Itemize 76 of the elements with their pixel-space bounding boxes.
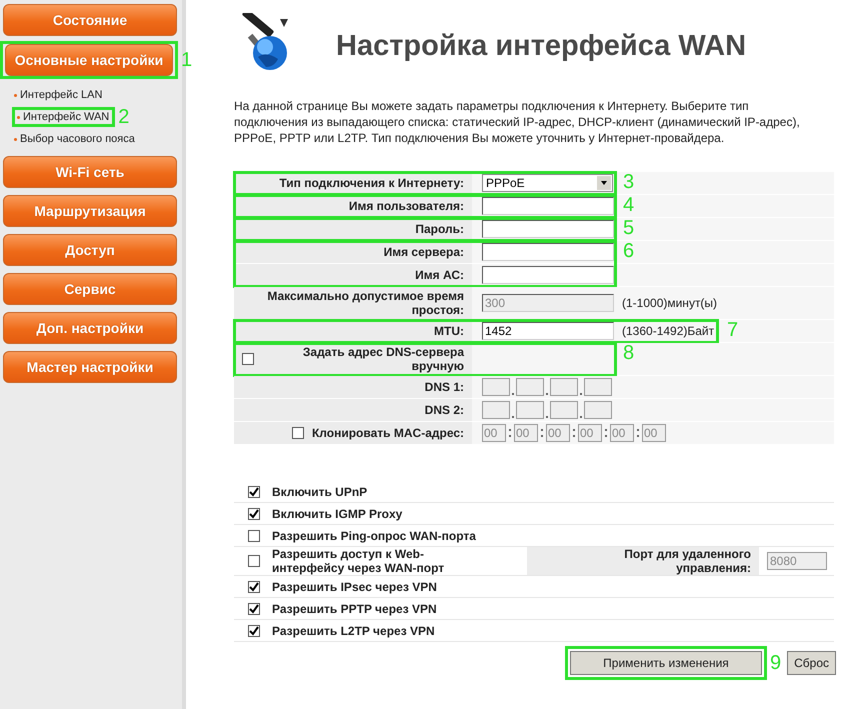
menu-button[interactable]: Сервис — [3, 273, 177, 305]
mac-octet-field[interactable]: 00 — [546, 424, 570, 442]
form-button[interactable]: Применить изменения — [570, 651, 762, 675]
menu-button[interactable]: Мастер настройки — [3, 351, 177, 383]
field-label: Задать адрес DNS-сервера вручную — [302, 345, 464, 373]
option-label: Включить UPnP — [272, 484, 368, 498]
ip-octet-field[interactable] — [550, 401, 578, 419]
field-label: DNS 2: — [424, 403, 464, 417]
menu-button[interactable]: Состояние — [3, 4, 177, 36]
field-label: Клонировать MAC-адрес: — [312, 426, 464, 440]
checkbox[interactable] — [248, 555, 260, 567]
checkbox[interactable] — [248, 624, 260, 636]
field-label: Тип подключения к Интернету: — [279, 176, 464, 190]
ip-octet-field[interactable] — [482, 378, 510, 396]
option-label: Разрешить Ping-опрос WAN-порта — [272, 528, 476, 542]
menu-button[interactable]: Доп. настройки — [3, 312, 177, 344]
callout-number: 4 — [623, 195, 634, 215]
field-hint: (1360-1492)Байт — [622, 324, 714, 338]
ip-octet-field[interactable] — [482, 401, 510, 419]
submenu-link[interactable]: Интерфейс WAN — [12, 107, 116, 127]
ip-octet-field[interactable] — [550, 378, 578, 396]
option-label: Включить IGMP Proxy — [272, 506, 402, 520]
field-label: Максимально допустимое время простоя: — [266, 289, 464, 317]
option-label: Разрешить L2TP через VPN — [272, 624, 435, 638]
mac-octet-field[interactable]: 00 — [610, 424, 634, 442]
text-field[interactable] — [482, 266, 614, 284]
caret-icon[interactable] — [597, 176, 611, 190]
callout-number: 8 — [623, 343, 634, 363]
connection-type-select[interactable]: PPPoE — [482, 174, 613, 192]
menu-button[interactable]: Wi-Fi сеть — [3, 156, 177, 188]
option-label: Разрешить доступ к Web-интерфейсу через WAN-порт — [272, 547, 446, 575]
option-label: Разрешить IPsec через VPN — [272, 580, 437, 594]
checkbox[interactable] — [248, 530, 260, 542]
callout-number: 3 — [623, 172, 634, 192]
checkbox[interactable] — [248, 486, 260, 498]
submenu-link[interactable]: Выбор часового пояса — [12, 132, 138, 146]
field-hint: (1-1000)минут(ы) — [622, 296, 718, 310]
ip-octet-field[interactable] — [584, 378, 612, 396]
mac-octet-field[interactable]: 00 — [578, 424, 602, 442]
checkbox[interactable] — [248, 602, 260, 614]
field-label: Имя сервера: — [384, 245, 464, 259]
callout-number: 2 — [118, 107, 130, 127]
field-label: MTU: — [434, 324, 464, 338]
checkbox[interactable] — [248, 580, 260, 592]
text-field[interactable]: 1452 — [482, 322, 614, 340]
checkbox[interactable] — [292, 427, 304, 439]
checkbox[interactable] — [242, 353, 254, 365]
mac-octet-field[interactable]: 00 — [514, 424, 538, 442]
ip-octet-field[interactable] — [516, 378, 544, 396]
mac-octet-field[interactable]: 00 — [482, 424, 506, 442]
option-label: Разрешить PPTP через VPN — [272, 602, 437, 616]
callout-number: 9 — [770, 653, 782, 673]
mac-octet-field[interactable]: 00 — [642, 424, 666, 442]
text-field[interactable] — [482, 197, 614, 215]
field-label: Пароль: — [415, 222, 464, 236]
menu-button[interactable]: Основные настройки — [5, 44, 173, 76]
checkbox[interactable] — [248, 508, 260, 520]
field-label: Имя АС: — [415, 268, 464, 282]
callout-number: 6 — [623, 241, 634, 261]
form-button[interactable]: Сброс — [787, 651, 836, 675]
ip-octet-field[interactable] — [584, 401, 612, 419]
submenu-link[interactable]: Интерфейс LAN — [12, 88, 106, 102]
text-field[interactable] — [482, 220, 614, 238]
menu-button[interactable]: Маршрутизация — [3, 195, 177, 227]
callout-number: 7 — [727, 320, 738, 340]
field-label: DNS 1: — [424, 380, 464, 394]
callout-number: 1 — [181, 50, 192, 70]
page-description: На данной странице Вы можете задать параметры подключения к Интернету. Выберите тип подключения из выпадающего списка: статический IP-адрес, DHCP-клиент (динамический IP-адрес), PPPoE, PPTP или L2TP. Тип подключения Вы можете уточнить у Интернет-провайдера. — [234, 98, 801, 146]
ip-octet-field[interactable] — [516, 401, 544, 419]
text-field[interactable] — [482, 243, 614, 261]
page-title: Настройка интерфейса WAN — [336, 30, 746, 62]
callout-number: 5 — [623, 218, 634, 238]
field-label: Имя пользователя: — [348, 199, 464, 213]
field-label: Порт для удаленного управления: — [623, 547, 751, 575]
menu-button[interactable]: Доступ — [3, 234, 177, 266]
port-field[interactable]: 8080 — [767, 552, 827, 570]
